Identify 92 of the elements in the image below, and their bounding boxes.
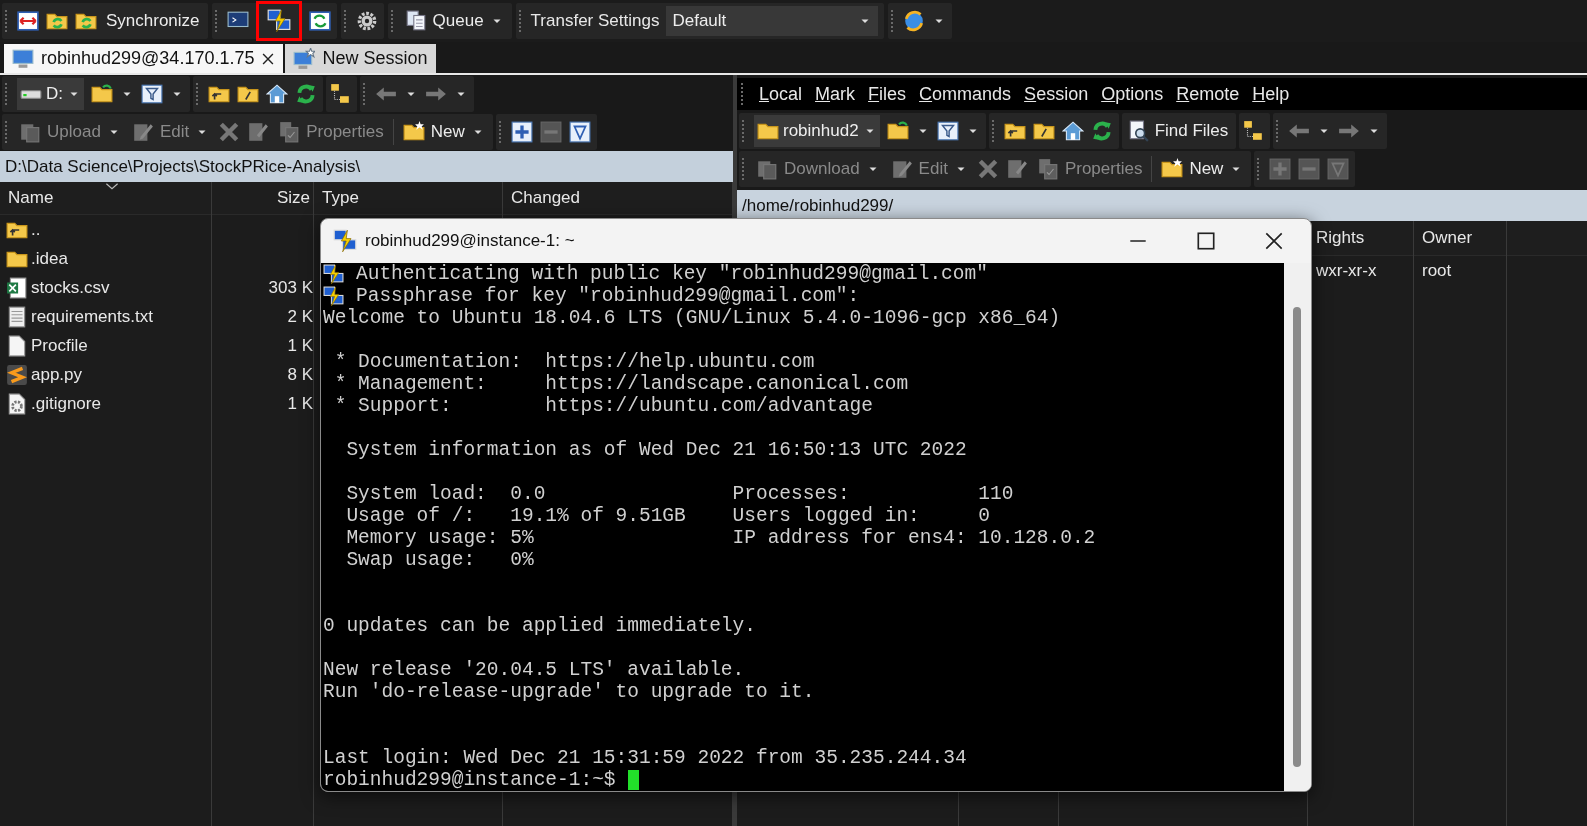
terminal-line: * Support: https://ubuntu.com/advantage <box>333 395 873 417</box>
transfer-settings-dropdown[interactable]: Default <box>666 6 879 36</box>
close-icon[interactable] <box>1263 230 1285 252</box>
refresh-icon[interactable] <box>295 83 317 105</box>
folder-open-icon[interactable] <box>91 83 113 105</box>
window-title: robinhud299@instance-1: ~ <box>365 231 575 251</box>
sort-icon <box>104 182 120 192</box>
folder-tree-icon[interactable] <box>1242 120 1265 142</box>
file-size: 303 K <box>268 277 313 298</box>
monitor-icon[interactable] <box>12 47 34 70</box>
session-tab[interactable]: robinhud299@34.170.1.75 <box>4 44 284 73</box>
plus-icon[interactable] <box>510 121 533 143</box>
menu-item[interactable]: Commands <box>919 83 1012 105</box>
refresh-icon[interactable] <box>1090 120 1113 142</box>
toolbar-button[interactable]: New <box>1159 153 1246 185</box>
file-size: 2 K <box>287 306 313 327</box>
drive-dropdown[interactable]: D: <box>17 78 84 110</box>
maximize-icon[interactable] <box>1195 230 1217 252</box>
path-bar[interactable]: D:\Data Science\Projects\StockPRice-Analysis\ <box>0 151 733 182</box>
terminal-line: Authenticating with public key "robinhud299@gmail.com" <box>356 263 988 285</box>
new-folder-icon[interactable] <box>402 121 425 143</box>
globe-icon[interactable] <box>903 10 926 32</box>
terminal-line: * Documentation: https://help.ubuntu.com <box>333 351 815 373</box>
menu-item[interactable]: Local <box>759 83 803 105</box>
menu-item[interactable]: Session <box>1024 83 1089 105</box>
terminal-prompt: robinhud299@instance-1:~$ <box>323 769 616 791</box>
minus-icon[interactable] <box>1298 158 1321 180</box>
terminal-line: Welcome to Ubuntu 18.04.6 LTS (GNU/Linux 5.4.0-1096-gcp x86_64) <box>323 307 1061 329</box>
file-size: 1 K <box>287 335 313 356</box>
terminal-line: Swap usage: 0% <box>345 549 534 571</box>
putty-icon[interactable] <box>333 229 357 253</box>
transfer-settings-label: Transfer Settings <box>530 11 660 31</box>
file-row[interactable]: .. <box>0 215 211 244</box>
terminal-line: 0 updates can be applied immediately. <box>323 615 756 637</box>
close-icon[interactable] <box>261 51 276 66</box>
terminal-line: Last login: Wed Dec 21 15:31:59 2022 from 35.235.244.34 <box>323 747 967 769</box>
filter-icon[interactable] <box>141 83 163 105</box>
path-bar[interactable]: /home/robinhud299/ <box>737 190 1587 221</box>
directory-dropdown[interactable]: robinhud2 <box>754 115 880 147</box>
rename-icon[interactable] <box>1005 158 1028 180</box>
folder-open-icon[interactable] <box>886 120 909 142</box>
new-folder-icon[interactable] <box>1161 158 1184 180</box>
file-size: 8 K <box>287 364 313 385</box>
toolbar-button[interactable]: New <box>400 116 487 148</box>
panels-icon[interactable] <box>308 10 331 32</box>
delete-icon[interactable] <box>218 121 241 143</box>
settings-icon[interactable] <box>355 10 378 32</box>
delete-icon[interactable] <box>976 158 999 180</box>
table-cell: root <box>1422 260 1452 281</box>
file-row[interactable]: .gitignore <box>0 389 211 418</box>
document-icon <box>6 334 28 357</box>
terminal-line: * Management: https://landscape.canonical.com <box>333 373 909 395</box>
menu-item[interactable]: Remote <box>1176 83 1240 105</box>
settings-file-icon <box>6 392 28 415</box>
compare-icon[interactable] <box>17 10 39 32</box>
scrollbar[interactable] <box>1284 263 1311 791</box>
rename-icon[interactable] <box>247 121 270 143</box>
terminal-line: System load: 0.0 Processes: 110 <box>345 483 1014 505</box>
terminal-line: System information as of Wed Dec 21 16:50:13 UTC 2022 <box>345 439 967 461</box>
menu-item[interactable]: Mark <box>815 83 856 105</box>
terminal-line: Run 'do-release-upgrade' to upgrade to it. <box>323 681 815 703</box>
file-row[interactable]: app.py <box>0 360 211 389</box>
filter-icon[interactable] <box>568 121 591 143</box>
putty-icon[interactable] <box>266 9 291 33</box>
putty-icon <box>323 285 344 307</box>
file-row[interactable]: Procfile <box>0 331 211 360</box>
filter-icon[interactable] <box>936 120 959 142</box>
terminal-line: Memory usage: 5% IP address for ens4: 10.128.0.2 <box>345 527 1096 549</box>
menu-item[interactable]: Options <box>1101 83 1164 105</box>
terminal-line: Passphrase for key "robinhud299@gmail.com": <box>356 285 860 307</box>
spreadsheet-icon <box>6 276 28 299</box>
terminal-line: New release '20.04.5 LTS' available. <box>323 659 745 681</box>
file-row[interactable]: stocks.csv <box>0 273 211 302</box>
cursor <box>627 770 639 790</box>
queue-icon[interactable] <box>404 10 427 32</box>
putty-icon <box>323 263 344 285</box>
table-cell: wxr-xr-x <box>1316 260 1377 281</box>
code-file-icon <box>6 363 28 386</box>
menu-item[interactable]: Help <box>1252 83 1290 105</box>
session-tab[interactable]: New Session <box>285 44 436 73</box>
text-document-icon <box>6 305 28 328</box>
home-icon[interactable] <box>266 83 288 105</box>
folder-tree-icon[interactable] <box>329 83 351 105</box>
file-row[interactable]: requirements.txt <box>0 302 211 331</box>
file-row[interactable]: .idea <box>0 244 211 273</box>
home-icon[interactable] <box>1061 120 1084 142</box>
minus-icon[interactable] <box>539 121 562 143</box>
terminal-line: Usage of /: 19.1% of 9.51GB Users logged in: 0 <box>345 505 990 527</box>
file-size: 1 K <box>287 393 313 414</box>
menu-item[interactable]: Files <box>868 83 907 105</box>
column-header[interactable]: Name <box>0 182 211 215</box>
new-monitor-icon[interactable] <box>293 47 316 70</box>
